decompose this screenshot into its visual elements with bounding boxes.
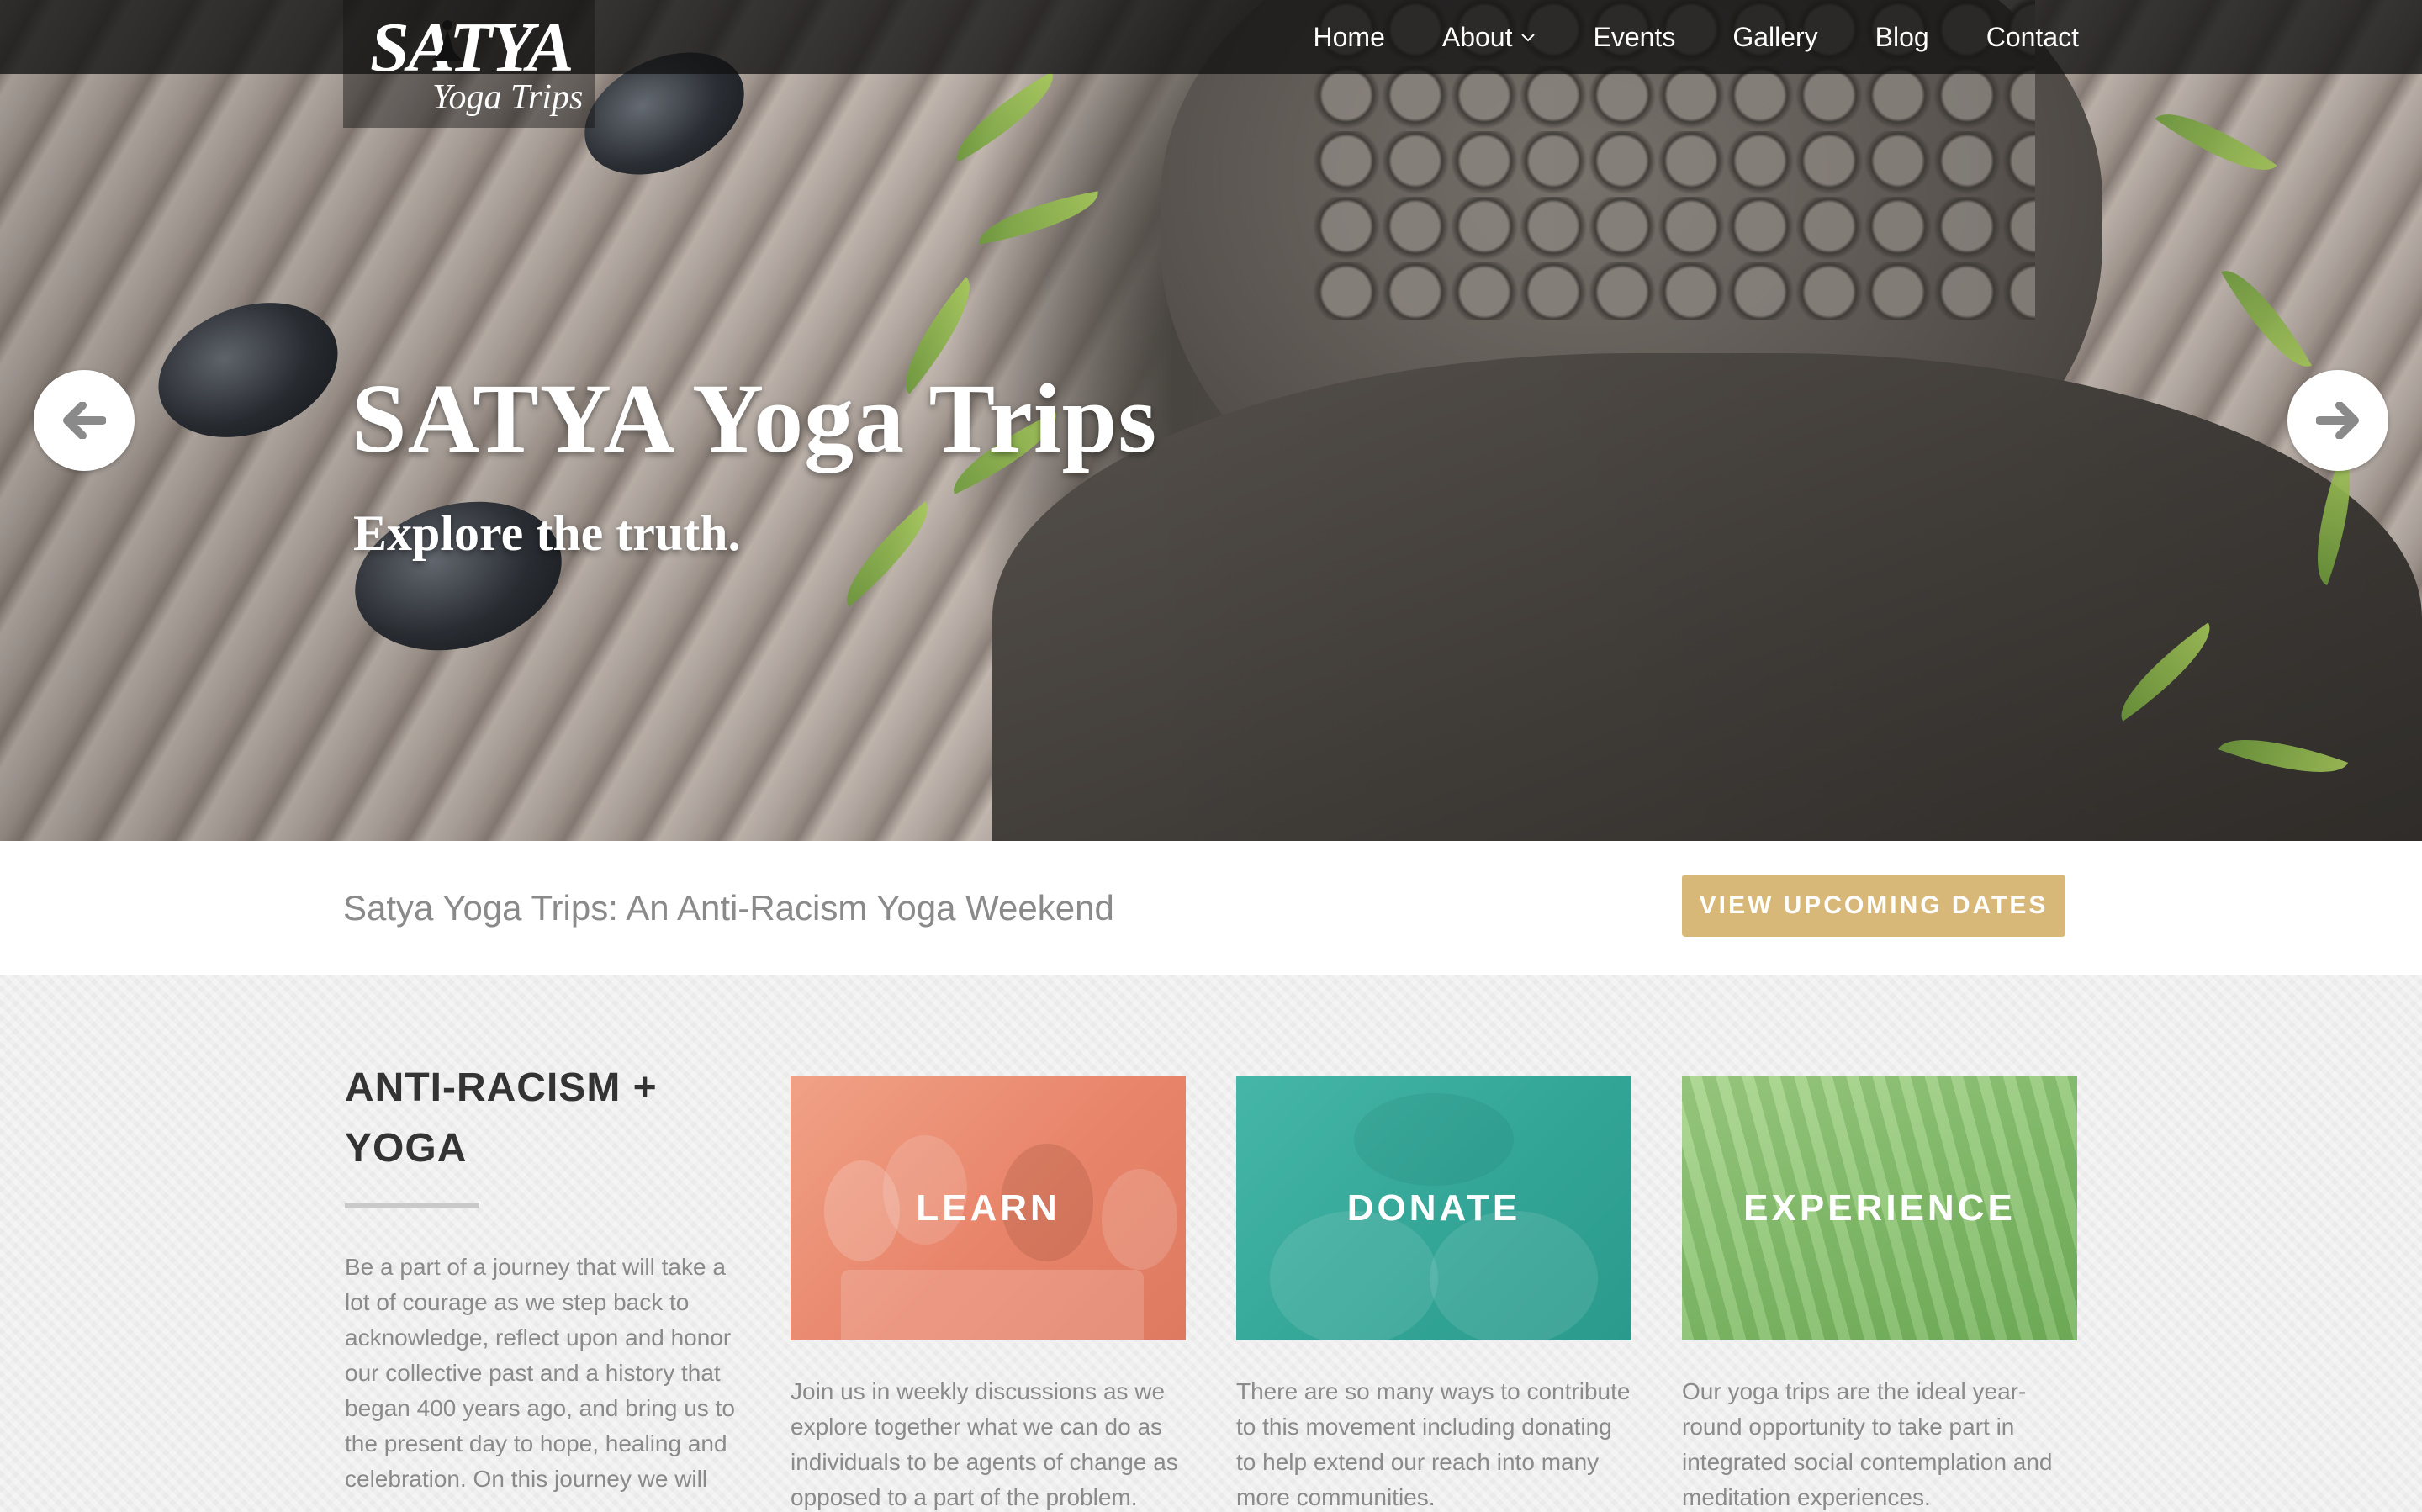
nav-gallery[interactable]: Gallery bbox=[1732, 22, 1817, 53]
experience-card-label: EXPERIENCE bbox=[1743, 1187, 2016, 1229]
logo-wordmark: SATYA bbox=[370, 8, 574, 87]
nav-contact[interactable]: Contact bbox=[1986, 22, 2079, 53]
chevron-down-icon bbox=[1521, 34, 1536, 42]
section-title: ANTI-RACISM + YOGA bbox=[345, 1065, 658, 1171]
main-menu: Home About Events Gallery Blog Contact bbox=[1314, 0, 2080, 74]
hands-photo-overlay bbox=[1270, 1211, 1438, 1340]
nav-blog-label: Blog bbox=[1875, 21, 1929, 52]
hands-photo-overlay bbox=[1430, 1211, 1598, 1340]
learn-card-label: LEARN bbox=[916, 1187, 1060, 1229]
donate-card-label: DONATE bbox=[1346, 1187, 1521, 1229]
nav-about[interactable]: About bbox=[1442, 22, 1536, 53]
experience-card-image[interactable]: EXPERIENCE bbox=[1682, 1076, 2077, 1340]
slider-prev-button[interactable] bbox=[34, 370, 135, 471]
nav-events-label: Events bbox=[1593, 21, 1676, 52]
callout-text: Satya Yoga Trips: An Anti-Racism Yoga We… bbox=[343, 888, 1114, 928]
hero-title: SATYA Yoga Trips bbox=[352, 363, 1158, 473]
arrow-left-icon bbox=[63, 402, 106, 439]
nav-home[interactable]: Home bbox=[1314, 22, 1385, 53]
slider-next-button[interactable] bbox=[2287, 370, 2388, 471]
experience-card-text: Our yoga trips are the ideal year-round … bbox=[1682, 1378, 2053, 1510]
people-photo-overlay bbox=[1102, 1169, 1177, 1270]
nav-about-label: About bbox=[1441, 21, 1513, 52]
learn-card-text: Join us in weekly discussions as we expl… bbox=[791, 1378, 1178, 1510]
nav-contact-label: Contact bbox=[1986, 21, 2079, 52]
hero-subtitle: Explore the truth. bbox=[353, 505, 741, 561]
callout-bar: Satya Yoga Trips: An Anti-Racism Yoga We… bbox=[0, 841, 2422, 975]
arrow-right-icon bbox=[2316, 402, 2359, 439]
donate-card-image[interactable]: DONATE bbox=[1236, 1076, 1631, 1340]
table-photo-overlay bbox=[841, 1270, 1144, 1340]
nav-home-label: Home bbox=[1313, 21, 1385, 52]
nav-gallery-label: Gallery bbox=[1732, 21, 1818, 52]
view-upcoming-dates-button[interactable]: VIEW UPCOMING DATES bbox=[1682, 875, 2065, 937]
title-divider bbox=[345, 1203, 479, 1208]
logo-tagline: Yoga Trips bbox=[432, 78, 584, 117]
donate-card-text: There are so many ways to contribute to … bbox=[1236, 1378, 1631, 1510]
hands-photo-overlay bbox=[1354, 1093, 1514, 1186]
learn-card-image[interactable]: LEARN bbox=[791, 1076, 1186, 1340]
nav-events[interactable]: Events bbox=[1593, 22, 1675, 53]
nav-blog[interactable]: Blog bbox=[1875, 22, 1929, 53]
intro-paragraph: Be a part of a journey that will take a … bbox=[345, 1254, 735, 1492]
meditating-figure-icon bbox=[432, 20, 463, 61]
